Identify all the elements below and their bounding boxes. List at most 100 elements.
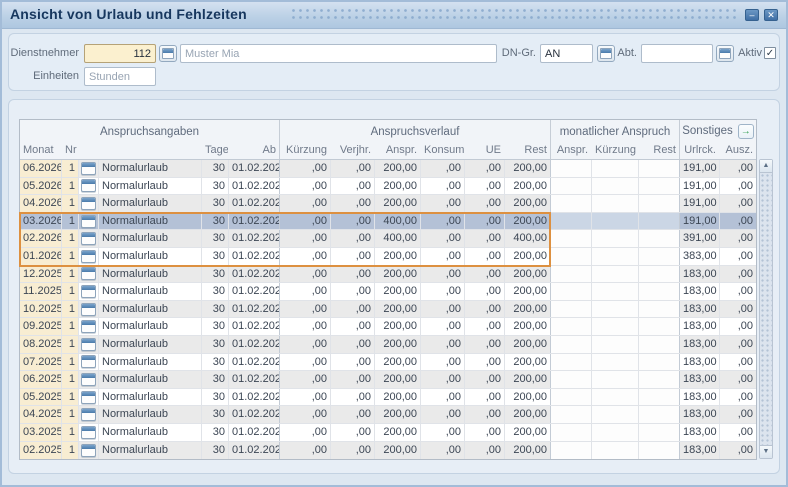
calendar-icon[interactable] [81,303,96,316]
cell-m_kuerzung [592,230,639,247]
cell-nr: 1 [62,178,79,195]
calendar-icon[interactable] [81,197,96,210]
calendar-icon[interactable] [81,426,96,439]
group-sonstiges: Sonstiges → [680,120,756,142]
cell-name: Normalurlaub [99,389,202,406]
cell-rest: 200,00 [505,160,551,177]
table-row[interactable]: 01.20261Normalurlaub3001.02.2025,00,0020… [20,248,756,266]
cell-ausz: ,00 [720,389,756,406]
einheiten-input[interactable] [84,67,156,86]
cell-monat: 05.2025 [20,389,62,406]
calendar-icon[interactable] [81,267,96,280]
table-row[interactable]: 03.20261Normalurlaub3001.02.2026,00,0040… [20,213,756,231]
cell-konsum: ,00 [421,354,465,371]
calendar-icon[interactable] [81,232,96,245]
dienstnehmer-name-field[interactable] [180,44,497,63]
cell-nr: 1 [62,283,79,300]
vertical-scrollbar[interactable]: ▲ ▼ [759,159,773,459]
cell-kuerzung: ,00 [280,248,331,265]
calendar-icon[interactable] [81,355,96,368]
dienstnehmer-picker-button[interactable] [159,45,177,62]
table-row[interactable]: 02.20251Normalurlaub3001.02.2025,00,0020… [20,442,756,460]
table-row[interactable]: 05.20261Normalurlaub3001.02.2026,00,0020… [20,178,756,196]
scrollbar-thumb[interactable] [760,173,772,445]
table-row[interactable]: 06.20261Normalurlaub3001.02.2026,00,0020… [20,160,756,178]
table-row[interactable]: 11.20251Normalurlaub3001.02.2025,00,0020… [20,283,756,301]
table-row[interactable]: 12.20251Normalurlaub3001.02.2025,00,0020… [20,266,756,284]
cell-ab: 01.02.2026 [229,195,280,212]
scroll-down-icon[interactable]: ▼ [760,445,772,458]
expand-arrow-icon[interactable]: → [738,124,754,139]
cell-ue: ,00 [465,318,505,335]
cell-ab: 01.02.2025 [229,389,280,406]
cell-icon [79,371,99,388]
scroll-up-icon[interactable]: ▲ [760,160,772,173]
cell-anspr: 200,00 [375,442,421,460]
einheiten-label: Einheiten [9,67,79,85]
dngr-input[interactable] [540,44,593,63]
cell-ausz: ,00 [720,442,756,460]
calendar-icon[interactable] [81,444,96,457]
cell-rest: 200,00 [505,371,551,388]
calendar-icon[interactable] [81,373,96,386]
calendar-icon [162,48,174,59]
cell-ab: 01.02.2026 [229,178,280,195]
cell-tage: 30 [202,230,229,247]
cell-rest: 200,00 [505,301,551,318]
cell-verjhr: ,00 [331,301,375,318]
cell-rest: 400,00 [505,230,551,247]
cell-konsum: ,00 [421,389,465,406]
cell-kuerzung: ,00 [280,213,331,230]
cell-icon [79,406,99,423]
close-icon[interactable]: ✕ [764,9,778,21]
col-anspr: Anspr. [375,142,421,159]
table-row[interactable]: 09.20251Normalurlaub3001.02.2025,00,0020… [20,318,756,336]
calendar-icon[interactable] [81,215,96,228]
calendar-icon[interactable] [81,179,96,192]
abt-input[interactable] [641,44,713,63]
cell-m_rest [639,301,680,318]
cell-urlrck: 183,00 [680,301,720,318]
minimize-icon[interactable]: – [745,9,759,21]
table-row[interactable]: 04.20251Normalurlaub3001.02.2025,00,0020… [20,406,756,424]
dienstnehmer-input[interactable] [84,44,156,63]
cell-m_kuerzung [592,406,639,423]
cell-m_rest [639,178,680,195]
calendar-icon[interactable] [81,338,96,351]
cell-m_anspr [551,442,592,460]
aktiv-checkbox[interactable]: ✓ [764,47,776,59]
cell-icon [79,336,99,353]
cell-tage: 30 [202,318,229,335]
table-row[interactable]: 05.20251Normalurlaub3001.02.2025,00,0020… [20,389,756,407]
cell-icon [79,283,99,300]
table-row[interactable]: 07.20251Normalurlaub3001.02.2025,00,0020… [20,354,756,372]
calendar-icon[interactable] [81,408,96,421]
table-row[interactable]: 04.20261Normalurlaub3001.02.2026,00,0020… [20,195,756,213]
cell-ue: ,00 [465,371,505,388]
cell-m_rest [639,318,680,335]
cell-monat: 03.2026 [20,213,62,230]
table-row[interactable]: 03.20251Normalurlaub3001.02.2025,00,0020… [20,424,756,442]
calendar-icon[interactable] [81,285,96,298]
calendar-icon[interactable] [81,162,96,175]
table-row[interactable]: 06.20251Normalurlaub3001.02.2025,00,0020… [20,371,756,389]
calendar-icon[interactable] [81,250,96,263]
cell-ab: 01.02.2026 [229,160,280,177]
abt-picker-button[interactable] [716,45,734,62]
cell-m_kuerzung [592,160,639,177]
cell-monat: 02.2025 [20,442,62,460]
cell-m_anspr [551,301,592,318]
calendar-icon[interactable] [81,391,96,404]
cell-ausz: ,00 [720,178,756,195]
table-row[interactable]: 10.20251Normalurlaub3001.02.2025,00,0020… [20,301,756,319]
cell-tage: 30 [202,424,229,441]
table-row[interactable]: 02.20261Normalurlaub3001.02.2026,00,0040… [20,230,756,248]
cell-rest: 200,00 [505,424,551,441]
cell-konsum: ,00 [421,301,465,318]
cell-monat: 08.2025 [20,336,62,353]
table-row[interactable]: 08.20251Normalurlaub3001.02.2025,00,0020… [20,336,756,354]
col-kuerzung: Kürzung [280,142,331,159]
calendar-icon[interactable] [81,320,96,333]
cell-ab: 01.02.2025 [229,283,280,300]
cell-m_anspr [551,424,592,441]
